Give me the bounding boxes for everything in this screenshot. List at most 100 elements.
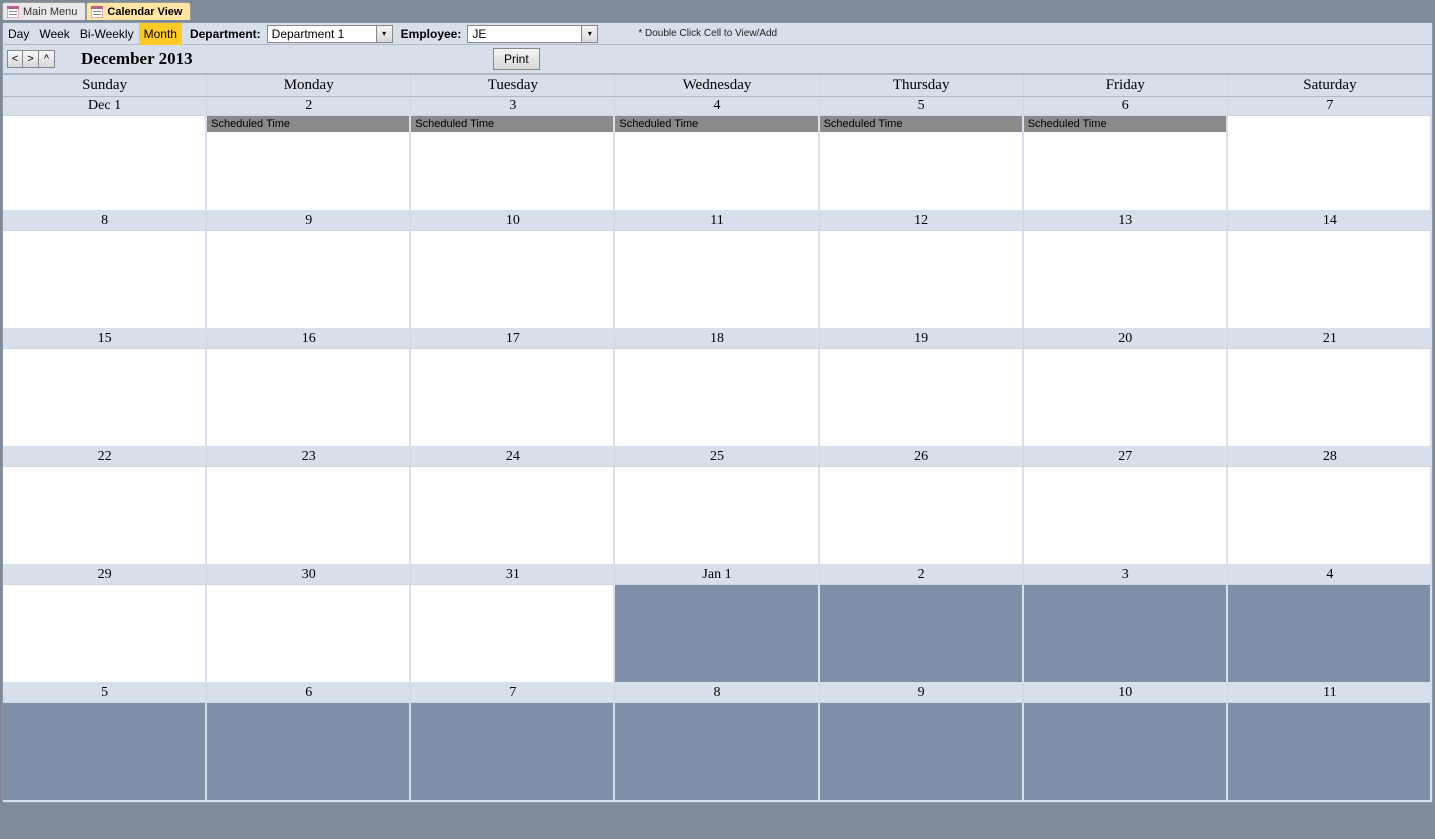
calendar-cell[interactable] bbox=[207, 349, 411, 448]
calendar-cell[interactable] bbox=[1024, 349, 1228, 448]
calendar-cell[interactable] bbox=[820, 349, 1024, 448]
date-cell: 16 bbox=[207, 330, 411, 348]
date-cell: 28 bbox=[1228, 448, 1432, 466]
calendar-cell[interactable] bbox=[411, 349, 615, 448]
day-header: Saturday bbox=[1228, 75, 1432, 96]
date-cell: 11 bbox=[1228, 684, 1432, 702]
date-cell: 26 bbox=[820, 448, 1024, 466]
date-cell: 11 bbox=[615, 212, 819, 230]
date-cell: 30 bbox=[207, 566, 411, 584]
calendar-cell[interactable] bbox=[615, 231, 819, 330]
calendar-cell[interactable] bbox=[3, 467, 207, 566]
day-header: Thursday bbox=[820, 75, 1024, 96]
view-day-button[interactable]: Day bbox=[3, 23, 34, 45]
employee-input[interactable] bbox=[467, 25, 582, 43]
calendar-cell[interactable] bbox=[411, 467, 615, 566]
day-header: Friday bbox=[1024, 75, 1228, 96]
chevron-down-icon[interactable]: ▾ bbox=[377, 25, 393, 43]
calendar-cell[interactable] bbox=[820, 703, 1024, 802]
event-bar[interactable]: Scheduled Time bbox=[207, 116, 409, 132]
next-button[interactable]: > bbox=[23, 50, 39, 68]
date-cell: 21 bbox=[1228, 330, 1432, 348]
chevron-down-icon[interactable]: ▾ bbox=[582, 25, 598, 43]
calendar-cell[interactable] bbox=[411, 703, 615, 802]
form-icon bbox=[91, 6, 103, 18]
department-input[interactable] bbox=[267, 25, 377, 43]
tab-bar: Main Menu Calendar View bbox=[0, 0, 1435, 20]
calendar-cell[interactable] bbox=[3, 231, 207, 330]
date-cell: 4 bbox=[1228, 566, 1432, 584]
view-week-button[interactable]: Week bbox=[34, 23, 74, 45]
calendar-cell[interactable] bbox=[207, 585, 411, 684]
calendar-cell[interactable]: Scheduled Time bbox=[615, 116, 819, 212]
calendar-cell[interactable] bbox=[1228, 349, 1432, 448]
calendar-cell[interactable] bbox=[411, 585, 615, 684]
calendar-cell[interactable] bbox=[615, 349, 819, 448]
calendar-cell[interactable] bbox=[3, 116, 207, 212]
tab-main-menu[interactable]: Main Menu bbox=[2, 2, 86, 20]
department-label: Department: bbox=[182, 27, 267, 41]
day-headers: SundayMondayTuesdayWednesdayThursdayFrid… bbox=[3, 74, 1432, 97]
date-cell: 9 bbox=[820, 684, 1024, 702]
calendar-cell[interactable] bbox=[1228, 585, 1432, 684]
date-cell: 10 bbox=[411, 212, 615, 230]
date-cell: 27 bbox=[1024, 448, 1228, 466]
date-cell: 9 bbox=[207, 212, 411, 230]
calendar-cell[interactable] bbox=[615, 585, 819, 684]
up-button[interactable]: ^ bbox=[39, 50, 55, 68]
calendar-cell[interactable] bbox=[1024, 231, 1228, 330]
date-cell: 8 bbox=[3, 212, 207, 230]
calendar-cell[interactable]: Scheduled Time bbox=[207, 116, 411, 212]
calendar-cell[interactable] bbox=[615, 703, 819, 802]
event-bar[interactable]: Scheduled Time bbox=[411, 116, 613, 132]
date-row: 15161718192021 bbox=[3, 330, 1432, 349]
calendar-cell[interactable] bbox=[820, 467, 1024, 566]
date-cell: 2 bbox=[820, 566, 1024, 584]
calendar-cell[interactable]: Scheduled Time bbox=[820, 116, 1024, 212]
calendar-cell[interactable] bbox=[1024, 585, 1228, 684]
calendar-cell[interactable] bbox=[1228, 467, 1432, 566]
calendar-cell[interactable] bbox=[3, 585, 207, 684]
prev-button[interactable]: < bbox=[7, 50, 23, 68]
toolbar: Day Week Bi-Weekly Month Department: ▾ E… bbox=[3, 23, 1432, 45]
view-month-button[interactable]: Month bbox=[139, 23, 182, 45]
date-cell: 3 bbox=[1024, 566, 1228, 584]
date-row: 22232425262728 bbox=[3, 448, 1432, 467]
view-biweekly-button[interactable]: Bi-Weekly bbox=[75, 23, 139, 45]
date-cell: 8 bbox=[615, 684, 819, 702]
print-button[interactable]: Print bbox=[493, 48, 540, 70]
calendar-cell[interactable] bbox=[207, 231, 411, 330]
calendar-cell[interactable] bbox=[1024, 703, 1228, 802]
calendar-cell[interactable] bbox=[820, 585, 1024, 684]
calendar-cell[interactable] bbox=[1228, 116, 1432, 212]
calendar-cell[interactable]: Scheduled Time bbox=[1024, 116, 1228, 212]
department-select[interactable]: ▾ bbox=[267, 25, 393, 43]
date-cell: 23 bbox=[207, 448, 411, 466]
event-bar[interactable]: Scheduled Time bbox=[615, 116, 817, 132]
nav-row: < > ^ December 2013 Print bbox=[3, 45, 1432, 74]
form-icon bbox=[7, 6, 19, 18]
calendar-cell[interactable] bbox=[820, 231, 1024, 330]
date-cell: 15 bbox=[3, 330, 207, 348]
calendar-cell[interactable] bbox=[615, 467, 819, 566]
day-header: Monday bbox=[207, 75, 411, 96]
calendar-cell[interactable] bbox=[1228, 703, 1432, 802]
calendar-cell[interactable] bbox=[207, 703, 411, 802]
calendar-cell[interactable] bbox=[207, 467, 411, 566]
date-row: 567891011 bbox=[3, 684, 1432, 703]
event-bar[interactable]: Scheduled Time bbox=[820, 116, 1022, 132]
body-row bbox=[3, 703, 1432, 802]
body-row: Scheduled TimeScheduled TimeScheduled Ti… bbox=[3, 116, 1432, 212]
day-header: Tuesday bbox=[411, 75, 615, 96]
calendar-cell[interactable] bbox=[3, 703, 207, 802]
calendar-cell[interactable] bbox=[1024, 467, 1228, 566]
event-bar[interactable]: Scheduled Time bbox=[1024, 116, 1226, 132]
calendar-cell[interactable] bbox=[411, 231, 615, 330]
calendar-cell[interactable] bbox=[3, 349, 207, 448]
employee-select[interactable]: ▾ bbox=[467, 25, 598, 43]
calendar-cell[interactable]: Scheduled Time bbox=[411, 116, 615, 212]
tab-calendar-view[interactable]: Calendar View bbox=[86, 2, 191, 20]
date-cell: Jan 1 bbox=[615, 566, 819, 584]
calendar-cell[interactable] bbox=[1228, 231, 1432, 330]
body-row bbox=[3, 231, 1432, 330]
